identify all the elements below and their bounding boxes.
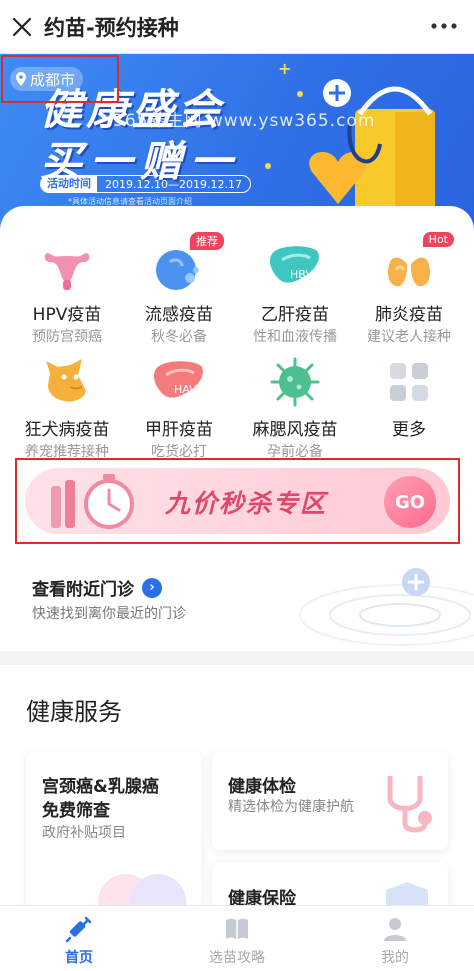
vaccine-name: HPV疫苗 xyxy=(32,305,102,325)
more-menu-button[interactable] xyxy=(414,4,474,37)
vaccine-name: 甲肝疫苗 xyxy=(145,420,213,440)
promo-highlight-box: 九价秒杀专区 GO xyxy=(15,458,460,544)
card-title: 宫颈癌&乳腺癌 xyxy=(42,777,159,797)
bottom-tab-bar: 首页 选苗攻略 我的 xyxy=(0,905,474,971)
activity-period: 活动时间 2019.12.10—2019.12.17 xyxy=(40,175,251,193)
virus-icon xyxy=(270,357,320,407)
card-subtitle: 精选体检为健康护航 xyxy=(228,799,354,815)
promo-text: 九价秒杀专区 xyxy=(165,489,328,518)
vaccine-item-hepatitis-b[interactable]: HBV 乙肝疫苗 性和血液传播 xyxy=(236,240,354,346)
vaccine-name: 乙肝疫苗 xyxy=(261,305,329,325)
card-title: 健康体检 xyxy=(228,777,296,797)
vaccine-sub: 预防宫颈癌 xyxy=(32,329,102,345)
vaccine-sub: 建议老人接种 xyxy=(367,329,451,345)
vaccine-name: 更多 xyxy=(392,420,426,440)
recommend-badge: 推荐 xyxy=(190,232,224,250)
vaccine-name: 肺炎疫苗 xyxy=(375,305,443,325)
hot-badge: Hot xyxy=(422,232,454,247)
tab-vaccine-guide[interactable]: 选苗攻略 xyxy=(158,906,316,971)
nearby-subtitle: 快速找到离你最近的门诊 xyxy=(32,606,186,622)
city-selector[interactable]: 成都市 xyxy=(10,67,84,91)
vaccine-item-hpv[interactable]: HPV疫苗 预防宫颈癌 xyxy=(8,240,126,346)
book-icon xyxy=(226,918,248,940)
vaccine-item-flu[interactable]: 推荐 流感疫苗 秋冬必备 xyxy=(120,232,238,346)
nearby-title: 查看附近门诊 xyxy=(32,580,134,600)
dog-icon xyxy=(46,359,86,402)
lungs-icon xyxy=(388,248,430,287)
nine-valent-flash-sale-banner[interactable]: 九价秒杀专区 GO xyxy=(25,468,450,534)
chevron-right-icon: › xyxy=(142,577,162,598)
stethoscope-icon xyxy=(387,776,432,833)
screening-card[interactable]: 宫颈癌&乳腺癌 免费筛查 政府补贴项目 xyxy=(26,752,202,912)
vaccine-item-pneumonia[interactable]: Hot 肺炎疫苗 建议老人接种 xyxy=(350,232,468,346)
vaccine-item-more[interactable]: 更多 xyxy=(350,355,468,441)
vaccine-timer-icon xyxy=(51,474,134,529)
user-icon xyxy=(384,918,406,941)
svg-text:HBV: HBV xyxy=(290,268,313,281)
vaccine-item-mmr[interactable]: 麻腮风疫苗 孕前必备 xyxy=(236,355,354,461)
top-nav-bar: 约苗-预约接种 xyxy=(0,0,474,54)
period-label: 活动时间 xyxy=(41,176,97,192)
more-dots-icon xyxy=(431,23,457,29)
liver-hbv-icon: HBV xyxy=(269,246,319,283)
vaccine-item-hepatitis-a[interactable]: HAV 甲肝疫苗 吃货必打 xyxy=(120,355,238,461)
watermark-text: 365养生网 www.ysw365.com xyxy=(113,111,376,131)
physical-exam-card[interactable]: 健康体检 精选体检为健康护航 xyxy=(212,752,448,850)
tab-label: 选苗攻略 xyxy=(209,950,265,966)
tab-home[interactable]: 首页 xyxy=(0,906,158,971)
city-name: 成都市 xyxy=(30,70,76,89)
syringe-icon xyxy=(65,916,92,943)
grid-more-icon xyxy=(390,363,428,401)
vaccine-sub: 性和血液传播 xyxy=(253,329,337,345)
city-highlight-box: 成都市 xyxy=(1,55,119,103)
close-icon xyxy=(12,17,32,36)
tab-label: 首页 xyxy=(65,950,93,966)
card-subtitle: 政府补贴项目 xyxy=(42,825,126,841)
vaccine-sub: 秋冬必备 xyxy=(151,329,207,345)
section-title: 健康服务 xyxy=(26,698,122,726)
svg-text:HAV: HAV xyxy=(174,383,197,396)
location-pin-icon xyxy=(16,72,26,86)
vaccine-name: 流感疫苗 xyxy=(145,305,213,325)
svg-text:+: + xyxy=(278,59,291,78)
tab-profile[interactable]: 我的 xyxy=(316,906,474,971)
map-decoration xyxy=(299,568,474,646)
uterus-icon xyxy=(44,253,90,290)
period-value: 2019.12.10—2019.12.17 xyxy=(105,177,242,191)
liver-hav-icon: HAV xyxy=(153,361,203,398)
vaccine-item-rabies[interactable]: 狂犬病疫苗 养宠推荐接种 xyxy=(8,355,126,461)
nearby-clinics-link[interactable]: 查看附近门诊 › xyxy=(32,575,162,600)
card-title-2: 免费筛查 xyxy=(42,801,110,821)
tab-label: 我的 xyxy=(381,950,409,966)
vaccine-name: 麻腮风疫苗 xyxy=(252,420,338,440)
vaccine-name: 狂犬病疫苗 xyxy=(24,420,110,440)
close-button[interactable] xyxy=(0,0,44,54)
go-button[interactable]: GO xyxy=(384,476,436,528)
page-title: 约苗-预约接种 xyxy=(44,15,179,40)
